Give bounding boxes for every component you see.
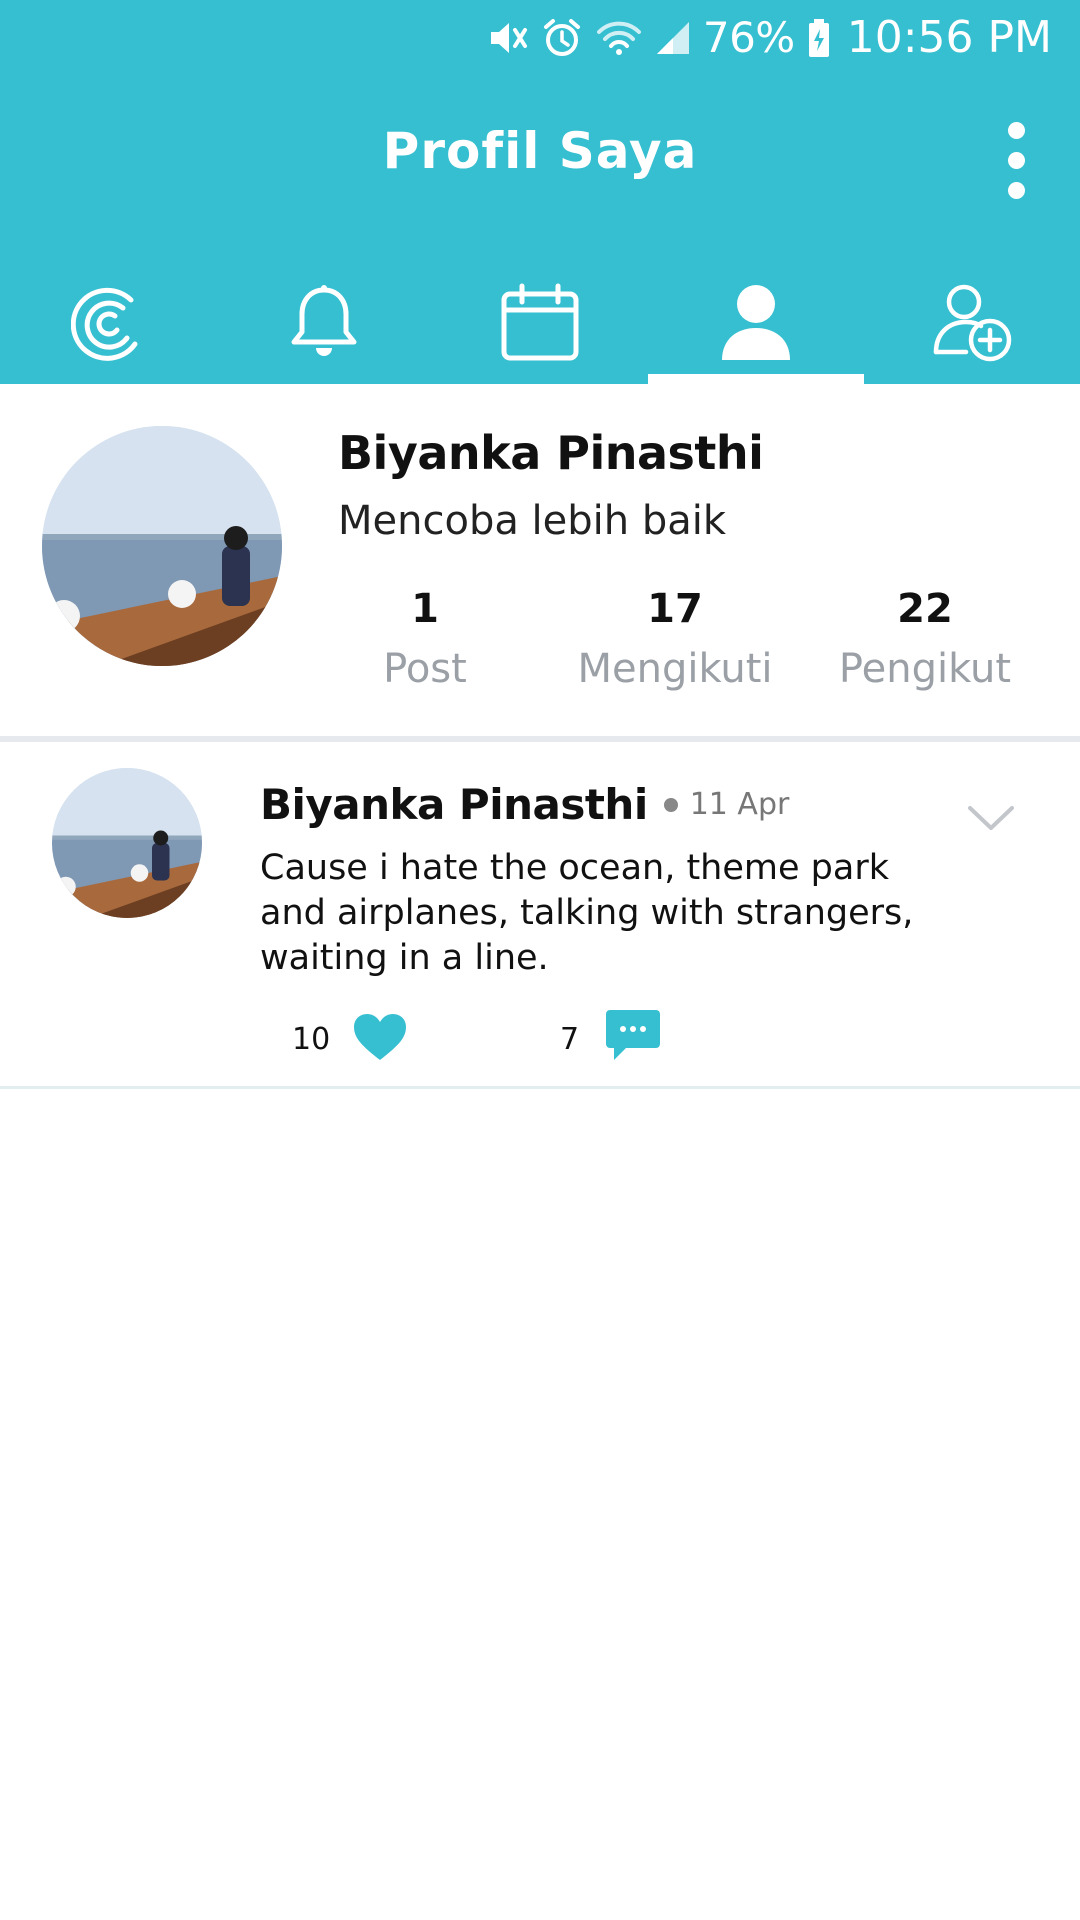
profile-bio: Mencoba lebih baik — [338, 498, 727, 544]
post-author[interactable]: Biyanka Pinasthi — [260, 780, 648, 829]
stat-followers[interactable]: 22 Pengikut — [800, 586, 1050, 706]
tab-home[interactable] — [0, 260, 216, 384]
comment-count: 7 — [560, 1022, 580, 1057]
more-dot — [1007, 121, 1025, 139]
more-dot — [1007, 181, 1025, 199]
status-icons: 76% 10:56 PM — [487, 10, 1052, 66]
profile-icon — [720, 282, 792, 362]
wifi-icon — [595, 14, 643, 62]
post-divider — [0, 1086, 1080, 1089]
post-header: Biyanka Pinasthi 11 Apr — [260, 780, 789, 829]
mute-icon — [487, 14, 529, 62]
profile-name: Biyanka Pinasthi — [338, 426, 764, 480]
profile-header: Biyanka Pinasthi Mencoba lebih baik 1 Po… — [0, 384, 1080, 740]
stat-posts[interactable]: 1 Post — [300, 586, 550, 706]
tab-indicator — [648, 374, 864, 384]
chevron-down-icon[interactable] — [964, 798, 1018, 838]
post-author-avatar[interactable] — [52, 768, 202, 918]
stat-value: 1 — [411, 586, 439, 632]
stat-label: Post — [383, 646, 467, 692]
profile-stats: 1 Post 17 Mengikuti 22 Pengikut — [300, 586, 1080, 706]
tab-profile[interactable] — [648, 260, 864, 384]
tab-add-friend[interactable] — [864, 260, 1080, 384]
stat-value: 17 — [647, 586, 703, 632]
bell-icon — [286, 282, 362, 362]
page-title: Profil Saya — [382, 122, 698, 180]
heart-icon[interactable] — [352, 1012, 408, 1062]
home-logo-icon — [71, 282, 145, 362]
tab-notifications[interactable] — [216, 260, 432, 384]
separator-dot — [663, 797, 678, 812]
more-vert-icon[interactable] — [986, 112, 1046, 208]
battery-charging-icon — [807, 14, 831, 62]
post-actions: 10 7 — [260, 1004, 960, 1074]
tab-bar — [0, 260, 1080, 384]
stat-label: Mengikuti — [577, 646, 773, 692]
post-date: 11 Apr — [689, 787, 790, 822]
comment-icon[interactable] — [604, 1006, 662, 1064]
title-row: Profil Saya — [0, 100, 1080, 220]
tab-calendar[interactable] — [432, 260, 648, 384]
stat-following[interactable]: 17 Mengikuti — [550, 586, 800, 706]
add-friend-icon — [932, 282, 1012, 362]
status-bar: 76% 10:56 PM — [0, 0, 1080, 75]
signal-icon — [655, 14, 691, 62]
post-card[interactable]: Biyanka Pinasthi 11 Apr Cause i hate the… — [0, 742, 1080, 1088]
clock: 10:56 PM — [846, 12, 1052, 63]
more-dot — [1007, 151, 1025, 169]
app-bar: 76% 10:56 PM Profil Saya — [0, 0, 1080, 384]
alarm-icon — [541, 14, 583, 62]
profile-avatar[interactable] — [42, 426, 282, 666]
stat-value: 22 — [897, 586, 953, 632]
stat-label: Pengikut — [838, 646, 1012, 692]
calendar-icon — [500, 282, 580, 362]
like-count: 10 — [292, 1022, 331, 1057]
post-text: Cause i hate the ocean, theme park and a… — [260, 848, 914, 978]
battery-percent: 76% — [702, 13, 795, 62]
